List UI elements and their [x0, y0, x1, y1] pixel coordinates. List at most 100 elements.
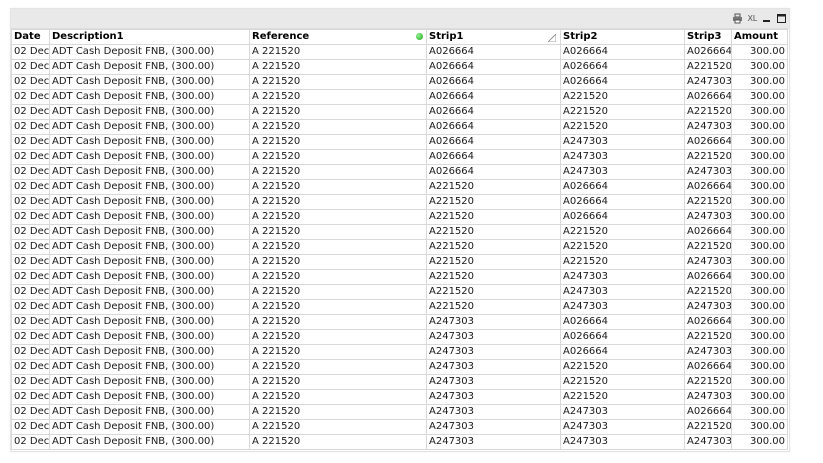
description-cell[interactable]: ADT Cash Deposit FNB, (300.00) — [49, 149, 250, 165]
strip1-cell[interactable]: A026664 — [426, 134, 561, 150]
strip3-cell[interactable]: A026664 — [684, 89, 732, 105]
strip2-cell[interactable]: A026664 — [560, 329, 685, 345]
date-cell[interactable]: 02 Dec — [11, 179, 50, 195]
column-header-description1[interactable]: Description1 — [49, 29, 250, 45]
date-cell[interactable]: 02 Dec — [11, 74, 50, 90]
reference-cell[interactable]: A 221520 — [249, 89, 427, 105]
amount-cell[interactable]: 300.00 — [731, 344, 788, 360]
date-cell[interactable]: 02 Dec — [11, 104, 50, 120]
reference-cell[interactable]: A 221520 — [249, 74, 427, 90]
reference-cell[interactable]: A 221520 — [249, 299, 427, 315]
strip2-cell[interactable]: A026664 — [560, 209, 685, 225]
description-cell[interactable]: ADT Cash Deposit FNB, (300.00) — [49, 209, 250, 225]
strip3-cell[interactable]: A221520 — [684, 329, 732, 345]
column-header-strip2[interactable]: Strip2 — [560, 29, 685, 45]
strip3-cell[interactable]: A026664 — [684, 44, 732, 60]
column-header-date[interactable]: Date — [11, 29, 50, 45]
excel-export-icon[interactable]: XL — [747, 13, 757, 24]
strip3-cell[interactable]: A026664 — [684, 269, 732, 285]
strip1-cell[interactable]: A026664 — [426, 164, 561, 180]
sort-indicator-icon[interactable] — [548, 34, 556, 42]
minimize-icon[interactable] — [761, 13, 772, 24]
description-cell[interactable]: ADT Cash Deposit FNB, (300.00) — [49, 89, 250, 105]
table-row[interactable]: 02 Dec ADT Cash Deposit FNB, (300.00) A 22… — [11, 44, 788, 60]
description-cell[interactable]: ADT Cash Deposit FNB, (300.00) — [49, 269, 250, 285]
date-cell[interactable]: 02 Dec — [11, 374, 50, 390]
reference-cell[interactable]: A 221520 — [249, 134, 427, 150]
strip2-cell[interactable]: A026664 — [560, 44, 685, 60]
amount-cell[interactable]: 300.00 — [731, 104, 788, 120]
strip1-cell[interactable]: A026664 — [426, 74, 561, 90]
date-cell[interactable]: 02 Dec — [11, 254, 50, 270]
description-cell[interactable]: ADT Cash Deposit FNB, (300.00) — [49, 419, 250, 435]
table-row[interactable]: 02 Dec ADT Cash Deposit FNB, (300.00) A 22… — [11, 359, 788, 375]
strip2-cell[interactable]: A247303 — [560, 419, 685, 435]
reference-cell[interactable]: A 221520 — [249, 344, 427, 360]
strip2-cell[interactable]: A026664 — [560, 314, 685, 330]
column-header-strip3[interactable]: Strip3 — [684, 29, 732, 45]
table-row[interactable]: 02 Dec ADT Cash Deposit FNB, (300.00) A 22… — [11, 314, 788, 330]
reference-cell[interactable]: A 221520 — [249, 44, 427, 60]
reference-cell[interactable]: A 221520 — [249, 359, 427, 375]
strip1-cell[interactable]: A221520 — [426, 284, 561, 300]
description-cell[interactable]: ADT Cash Deposit FNB, (300.00) — [49, 194, 250, 210]
strip2-cell[interactable]: A221520 — [560, 239, 685, 255]
reference-cell[interactable]: A 221520 — [249, 149, 427, 165]
amount-cell[interactable]: 300.00 — [731, 419, 788, 435]
table-row[interactable]: 02 Dec ADT Cash Deposit FNB, (300.00) A 22… — [11, 104, 788, 120]
date-cell[interactable]: 02 Dec — [11, 284, 50, 300]
date-cell[interactable]: 02 Dec — [11, 404, 50, 420]
date-cell[interactable]: 02 Dec — [11, 389, 50, 405]
strip1-cell[interactable]: A247303 — [426, 404, 561, 420]
amount-cell[interactable]: 300.00 — [731, 329, 788, 345]
table-row[interactable]: 02 Dec ADT Cash Deposit FNB, (300.00) A 22… — [11, 254, 788, 270]
strip2-cell[interactable]: A247303 — [560, 164, 685, 180]
strip3-cell[interactable]: A221520 — [684, 59, 732, 75]
strip2-cell[interactable]: A247303 — [560, 149, 685, 165]
table-row[interactable]: 02 Dec ADT Cash Deposit FNB, (300.00) A 22… — [11, 344, 788, 360]
strip2-cell[interactable]: A247303 — [560, 299, 685, 315]
amount-cell[interactable]: 300.00 — [731, 164, 788, 180]
amount-cell[interactable]: 300.00 — [731, 299, 788, 315]
strip2-cell[interactable]: A247303 — [560, 404, 685, 420]
strip2-cell[interactable]: A221520 — [560, 374, 685, 390]
strip3-cell[interactable]: A221520 — [684, 374, 732, 390]
strip2-cell[interactable]: A221520 — [560, 224, 685, 240]
table-row[interactable]: 02 Dec ADT Cash Deposit FNB, (300.00) A 22… — [11, 419, 788, 435]
reference-cell[interactable]: A 221520 — [249, 434, 427, 450]
strip2-cell[interactable]: A221520 — [560, 89, 685, 105]
strip2-cell[interactable]: A221520 — [560, 359, 685, 375]
reference-cell[interactable]: A 221520 — [249, 164, 427, 180]
strip1-cell[interactable]: A247303 — [426, 419, 561, 435]
reference-cell[interactable]: A 221520 — [249, 284, 427, 300]
strip3-cell[interactable]: A026664 — [684, 314, 732, 330]
description-cell[interactable]: ADT Cash Deposit FNB, (300.00) — [49, 389, 250, 405]
description-cell[interactable]: ADT Cash Deposit FNB, (300.00) — [49, 59, 250, 75]
date-cell[interactable]: 02 Dec — [11, 314, 50, 330]
date-cell[interactable]: 02 Dec — [11, 164, 50, 180]
strip1-cell[interactable]: A026664 — [426, 89, 561, 105]
date-cell[interactable]: 02 Dec — [11, 344, 50, 360]
strip2-cell[interactable]: A247303 — [560, 284, 685, 300]
amount-cell[interactable]: 300.00 — [731, 89, 788, 105]
description-cell[interactable]: ADT Cash Deposit FNB, (300.00) — [49, 434, 250, 450]
table-row[interactable]: 02 Dec ADT Cash Deposit FNB, (300.00) A 22… — [11, 134, 788, 150]
amount-cell[interactable]: 300.00 — [731, 269, 788, 285]
amount-cell[interactable]: 300.00 — [731, 149, 788, 165]
amount-cell[interactable]: 300.00 — [731, 284, 788, 300]
strip1-cell[interactable]: A247303 — [426, 329, 561, 345]
amount-cell[interactable]: 300.00 — [731, 179, 788, 195]
strip1-cell[interactable]: A221520 — [426, 209, 561, 225]
reference-cell[interactable]: A 221520 — [249, 59, 427, 75]
description-cell[interactable]: ADT Cash Deposit FNB, (300.00) — [49, 329, 250, 345]
reference-cell[interactable]: A 221520 — [249, 179, 427, 195]
strip2-cell[interactable]: A026664 — [560, 59, 685, 75]
strip3-cell[interactable]: A026664 — [684, 134, 732, 150]
amount-cell[interactable]: 300.00 — [731, 119, 788, 135]
strip2-cell[interactable]: A221520 — [560, 104, 685, 120]
date-cell[interactable]: 02 Dec — [11, 194, 50, 210]
strip3-cell[interactable]: A247303 — [684, 164, 732, 180]
strip2-cell[interactable]: A247303 — [560, 269, 685, 285]
amount-cell[interactable]: 300.00 — [731, 359, 788, 375]
strip2-cell[interactable]: A247303 — [560, 434, 685, 450]
